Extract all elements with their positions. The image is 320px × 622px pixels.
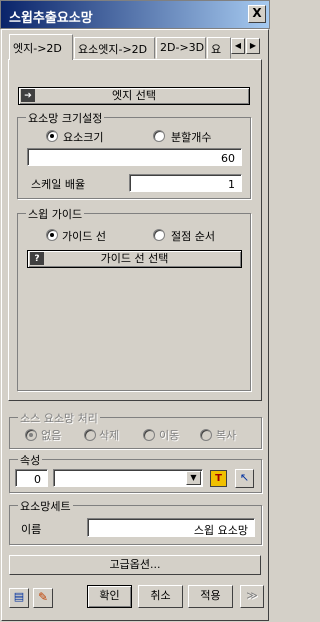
property-edit-icon[interactable]: T [210,470,227,487]
save-settings-icon[interactable]: ▤ [9,588,29,608]
scale-factor-label: 스케일 배율 [31,178,86,191]
chevron-down-icon[interactable]: ▼ [186,471,201,485]
radio-division-count[interactable] [153,130,165,142]
guide-line-select-button[interactable]: ? 가이드 선 선택 [27,250,242,268]
radio-element-size[interactable] [46,130,58,142]
tab-scroll-left-button[interactable]: ◀ [231,38,245,54]
sweep-guide-title: 스윕 가이드 [26,206,85,222]
property-dropdown[interactable]: ▼ [53,469,203,487]
edge-select-icon: ➔ [21,89,35,102]
radio-source-copy-label: 복사 [216,429,237,442]
tab-label: 요 [211,43,222,56]
radio-source-none-label: 없음 [41,429,62,442]
property-title: 속성 [18,452,43,468]
mesh-name-label: 이름 [21,523,42,536]
tab-edge-2d[interactable]: 엣지->2D [9,34,73,60]
radio-source-delete-label: 삭제 [99,429,120,442]
radio-source-delete[interactable] [84,429,96,441]
ok-button[interactable]: 확인 [87,585,132,608]
arrow-left-icon: ◀ [234,41,242,50]
advanced-options-label: 고급옵션... [109,558,161,571]
cancel-label: 취소 [150,589,171,602]
mesh-set-title: 요소망세트 [18,498,73,514]
arrow-right-icon: ▶ [249,41,257,50]
edge-select-label: 엣지 선택 [112,89,156,102]
tab-label: 요소엣지->2D [78,43,148,56]
scale-factor-input[interactable]: 1 [129,174,242,192]
radio-node-order-label: 절점 순서 [171,230,215,243]
radio-guide-line[interactable] [46,229,58,241]
element-size-input[interactable]: 60 [27,148,242,166]
element-size-value: 60 [221,152,235,165]
radio-node-order[interactable] [153,229,165,241]
property-id-input[interactable]: 0 [15,469,48,487]
advanced-options-button[interactable]: 고급옵션... [9,555,261,575]
scale-factor-value: 1 [228,178,235,191]
window-title: 스윕추출요소망 [9,11,93,26]
close-icon: X [252,6,262,20]
tab-more[interactable]: 요 [207,37,231,59]
pointer-select-icon[interactable]: ↖ [235,469,254,488]
radio-source-copy[interactable] [200,429,212,441]
radio-element-size-label: 요소크기 [63,131,104,144]
tab-scroll-right-button[interactable]: ▶ [246,38,260,54]
tab-label: 엣지->2D [13,42,62,55]
cancel-button[interactable]: 취소 [138,585,183,608]
help-icon: ? [30,252,44,265]
tab-label: 2D->3D [160,41,205,54]
ok-label: 확인 [99,589,120,602]
radio-source-none[interactable] [25,429,37,441]
edge-select-button[interactable]: ➔ 엣지 선택 [18,87,250,105]
tab-element-edge-2d[interactable]: 요소엣지->2D [74,37,155,59]
mesh-name-value: 스윕 요소망 [193,524,248,537]
apply-label: 적용 [200,589,221,602]
guide-line-select-label: 가이드 선 선택 [100,252,169,265]
title-bar: 스윕추출요소망 [0,0,270,29]
apply-button[interactable]: 적용 [188,585,233,608]
source-mesh-title: 소스 요소망 처리 [18,410,100,426]
element-size-title: 요소망 크기설정 [26,110,105,126]
eraser-icon[interactable]: ✎ [33,588,53,608]
mesh-name-input[interactable]: 스윕 요소망 [87,518,255,537]
radio-guide-line-label: 가이드 선 [62,230,106,243]
tab-2d-3d[interactable]: 2D->3D [156,37,206,59]
radio-division-count-label: 분할개수 [171,131,212,144]
radio-source-move[interactable] [143,429,155,441]
close-button[interactable]: X [248,5,266,23]
radio-source-move-label: 이동 [159,429,180,442]
double-arrow-icon: ≫ [246,589,258,602]
property-id-value: 0 [34,473,41,486]
expand-more-button[interactable]: ≫ [240,585,264,608]
